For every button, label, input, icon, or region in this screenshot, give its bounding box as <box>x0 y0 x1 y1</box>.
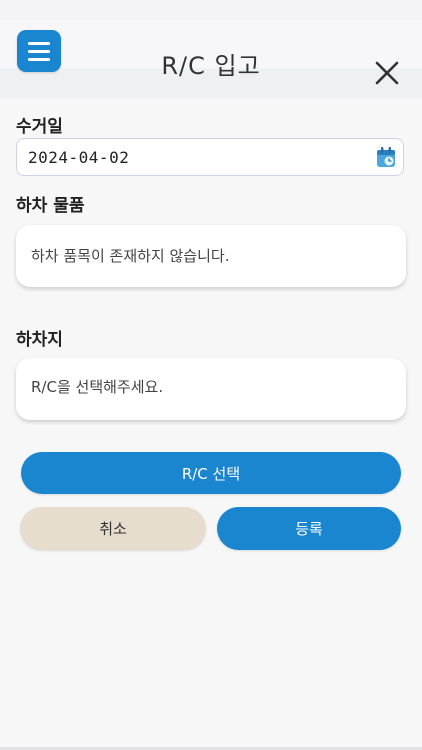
page-title: R/C 입고 <box>161 52 261 80</box>
hamburger-menu-icon <box>28 41 50 45</box>
close-button[interactable] <box>372 58 402 88</box>
status-bar <box>0 0 422 20</box>
pickup-date-field[interactable]: 2024-04-02 <box>16 138 404 176</box>
unload-items-label: 하차 물품 <box>16 196 85 216</box>
unload-location-label: 하차지 <box>16 330 63 350</box>
unload-items-card: 하차 품목이 존재하지 않습니다. <box>16 225 406 287</box>
unload-items-empty-message: 하차 품목이 존재하지 않습니다. <box>31 247 230 265</box>
unload-location-card: R/C을 선택해주세요. <box>16 358 406 420</box>
close-icon <box>375 61 399 85</box>
calendar-icon[interactable] <box>375 146 397 168</box>
pickup-date-value: 2024-04-02 <box>28 148 130 167</box>
pickup-date-label: 수거일 <box>16 117 63 137</box>
select-rc-button[interactable]: R/C 선택 <box>21 452 401 494</box>
unload-location-message: R/C을 선택해주세요. <box>31 378 164 396</box>
cancel-button[interactable]: 취소 <box>20 507 206 550</box>
register-button[interactable]: 등록 <box>217 507 401 550</box>
